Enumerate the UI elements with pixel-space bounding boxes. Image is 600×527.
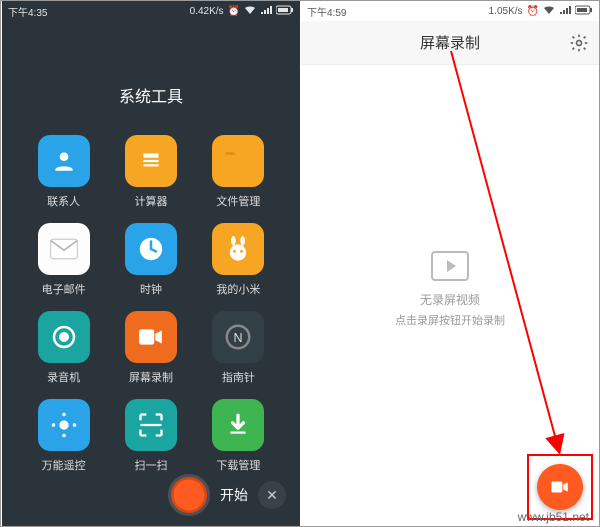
app-screen-record[interactable]: 屏幕录制 [107, 311, 194, 385]
wifi-icon [543, 5, 555, 18]
app-label: 电子邮件 [42, 281, 86, 297]
status-bar: 下午4:35 0.42K/s ⏰ [2, 1, 300, 21]
empty-title: 无录屏视频 [301, 291, 599, 308]
svg-text:N: N [234, 331, 243, 345]
screen-record-icon [125, 311, 177, 363]
record-dock: 开始 ✕ [168, 474, 286, 516]
app-label: 万能遥控 [42, 457, 86, 473]
app-label: 录音机 [47, 369, 80, 385]
app-label: 扫一扫 [134, 457, 167, 473]
recorder-icon [38, 311, 90, 363]
app-clock[interactable]: 时钟 [107, 223, 194, 297]
status-net-speed: 1.05K/s [489, 6, 523, 17]
app-compass[interactable]: N 指南针 [195, 311, 282, 385]
record-button[interactable] [168, 474, 210, 516]
phone-right: 下午4:59 1.05K/s ⏰ 屏幕录制 无录屏视频 点击录屏按钮开始录制 [301, 1, 599, 526]
close-button[interactable]: ✕ [258, 481, 286, 509]
mi-bunny-icon [212, 223, 264, 275]
app-label: 计算器 [134, 193, 167, 209]
close-icon: ✕ [266, 487, 278, 504]
signal-icon [559, 5, 571, 18]
wifi-icon [244, 5, 256, 18]
status-time: 下午4:59 [307, 4, 346, 19]
battery-icon [276, 5, 294, 18]
mail-icon [38, 223, 90, 275]
app-label: 时钟 [140, 281, 162, 297]
alarm-icon: ⏰ [228, 6, 240, 17]
app-label: 我的小米 [216, 281, 260, 297]
battery-icon [575, 5, 593, 18]
app-calculator[interactable]: 计算器 [107, 135, 194, 209]
gear-icon [569, 33, 589, 53]
app-files[interactable]: 文件管理 [195, 135, 282, 209]
phone-left: 下午4:35 0.42K/s ⏰ 系统工具 联系人 计算器 [2, 1, 300, 526]
app-remote[interactable]: 万能遥控 [20, 399, 107, 473]
app-header: 屏幕录制 [301, 21, 599, 65]
alarm-icon: ⏰ [527, 6, 539, 17]
app-contacts[interactable]: 联系人 [20, 135, 107, 209]
empty-subtitle: 点击录屏按钮开始录制 [301, 312, 599, 328]
app-label: 指南针 [222, 369, 255, 385]
app-mail[interactable]: 电子邮件 [20, 223, 107, 297]
status-bar: 下午4:59 1.05K/s ⏰ [301, 1, 599, 21]
app-label: 联系人 [47, 193, 80, 209]
signal-icon [260, 5, 272, 18]
clock-icon [125, 223, 177, 275]
record-fab[interactable] [537, 464, 583, 510]
app-grid: 联系人 计算器 文件管理 电子邮件 时钟 我的小米 [2, 135, 300, 473]
app-mi-account[interactable]: 我的小米 [195, 223, 282, 297]
app-recorder[interactable]: 录音机 [20, 311, 107, 385]
folder-title: 系统工具 [2, 83, 300, 107]
watermark: www.jb51.net [518, 510, 589, 524]
camera-icon [550, 480, 570, 494]
screenshot-canvas: 下午4:35 0.42K/s ⏰ 系统工具 联系人 计算器 [0, 0, 600, 527]
video-placeholder-icon [431, 251, 469, 281]
calculator-icon [125, 135, 177, 187]
app-label: 文件管理 [216, 193, 260, 209]
status-time: 下午4:35 [8, 4, 47, 19]
page-title: 屏幕录制 [420, 32, 480, 53]
remote-icon [38, 399, 90, 451]
folder-icon [212, 135, 264, 187]
app-scan[interactable]: 扫一扫 [107, 399, 194, 473]
status-net-speed: 0.42K/s [190, 6, 224, 17]
download-icon [212, 399, 264, 451]
app-label: 屏幕录制 [129, 369, 173, 385]
empty-state: 无录屏视频 点击录屏按钮开始录制 [301, 251, 599, 328]
settings-button[interactable] [569, 33, 589, 58]
compass-icon: N [212, 311, 264, 363]
start-label: 开始 [220, 485, 248, 505]
app-label: 下载管理 [216, 457, 260, 473]
contacts-icon [38, 135, 90, 187]
scan-icon [125, 399, 177, 451]
app-downloads[interactable]: 下载管理 [195, 399, 282, 473]
